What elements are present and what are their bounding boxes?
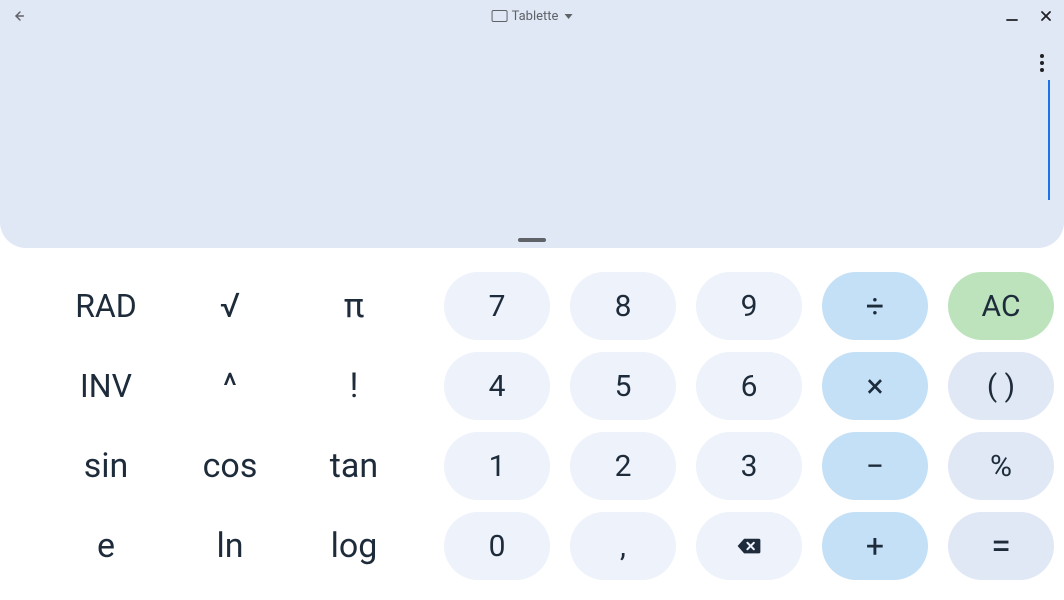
digit-2-key[interactable]: 2 (570, 432, 676, 500)
tan-key[interactable]: tan (292, 432, 416, 500)
equals-key[interactable]: = (948, 512, 1054, 580)
digit-7-key[interactable]: 7 (444, 272, 550, 340)
digit-8-key[interactable]: 8 (570, 272, 676, 340)
cos-key[interactable]: cos (168, 432, 292, 500)
inv-key[interactable]: INV (44, 352, 168, 420)
digit-0-key[interactable]: 0 (444, 512, 550, 580)
all-clear-key[interactable]: AC (948, 272, 1054, 340)
operator-keys: ÷ × − + (822, 272, 928, 580)
kebab-dot-icon (1040, 68, 1044, 72)
keypad: RAD √ π INV ^ ! sin cos tan e ln log 7 8… (0, 248, 1064, 600)
more-menu-button[interactable] (1040, 54, 1044, 72)
rad-key[interactable]: RAD (44, 272, 168, 340)
digit-4-key[interactable]: 4 (444, 352, 550, 420)
back-button[interactable] (10, 8, 26, 24)
pi-key[interactable]: π (292, 272, 416, 340)
backspace-key[interactable] (696, 512, 802, 580)
calculator-display (0, 32, 1064, 248)
scientific-keys: RAD √ π INV ^ ! sin cos tan e ln log (44, 272, 416, 580)
factorial-key[interactable]: ! (292, 352, 416, 420)
digit-5-key[interactable]: 5 (570, 352, 676, 420)
power-key[interactable]: ^ (168, 352, 292, 420)
multiply-key[interactable]: × (822, 352, 928, 420)
backspace-icon (736, 536, 762, 556)
kebab-dot-icon (1040, 54, 1044, 58)
digit-6-key[interactable]: 6 (696, 352, 802, 420)
digit-keys: 7 8 9 4 5 6 1 2 3 0 , (444, 272, 802, 580)
action-keys: AC ( ) % = (948, 272, 1054, 580)
drag-handle[interactable] (518, 238, 546, 242)
kebab-dot-icon (1040, 61, 1044, 65)
device-mode-selector[interactable]: Tablette (492, 9, 573, 24)
chevron-down-icon (564, 14, 572, 19)
device-mode-label: Tablette (512, 9, 559, 24)
divide-key[interactable]: ÷ (822, 272, 928, 340)
close-button[interactable] (1038, 8, 1054, 24)
sqrt-key[interactable]: √ (168, 272, 292, 340)
tablet-icon (492, 10, 508, 22)
input-cursor (1048, 80, 1050, 200)
titlebar: Tablette (0, 0, 1064, 32)
digit-1-key[interactable]: 1 (444, 432, 550, 500)
log-key[interactable]: log (292, 512, 416, 580)
sin-key[interactable]: sin (44, 432, 168, 500)
parentheses-key[interactable]: ( ) (948, 352, 1054, 420)
digit-9-key[interactable]: 9 (696, 272, 802, 340)
percent-key[interactable]: % (948, 432, 1054, 500)
subtract-key[interactable]: − (822, 432, 928, 500)
ln-key[interactable]: ln (168, 512, 292, 580)
digit-3-key[interactable]: 3 (696, 432, 802, 500)
minimize-button[interactable] (1004, 8, 1020, 24)
decimal-key[interactable]: , (570, 512, 676, 580)
e-key[interactable]: e (44, 512, 168, 580)
add-key[interactable]: + (822, 512, 928, 580)
